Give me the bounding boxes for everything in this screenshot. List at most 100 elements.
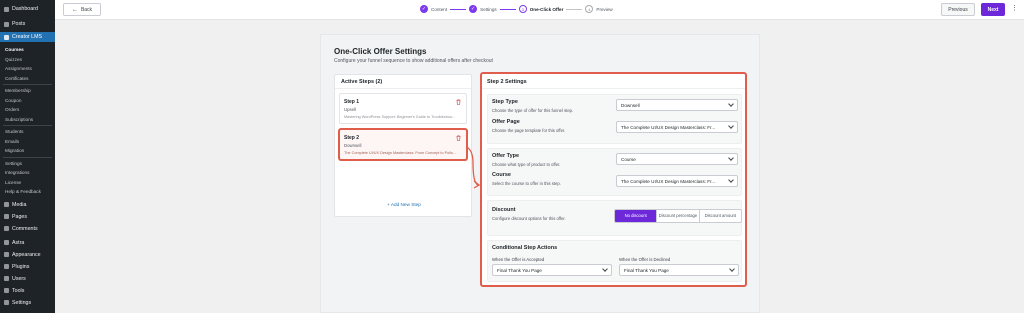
sidebar-item-pages[interactable]: Pages <box>0 212 55 222</box>
sidebar-sub-help[interactable]: Help & Feedback <box>0 187 55 197</box>
pages-icon <box>4 214 9 219</box>
offer-type-help: Choose what type of product to offer. <box>492 162 561 167</box>
accepted-action-select[interactable]: Final Thank You Page <box>492 264 612 276</box>
sidebar-sub-coupon[interactable]: Coupon <box>0 96 55 106</box>
sidebar-sub-settings[interactable]: Settings <box>0 159 55 169</box>
sidebar-item-media[interactable]: Media <box>0 200 55 210</box>
step-course: The Complete UI/UX Design Masterclass: F… <box>344 151 457 155</box>
add-new-step-button[interactable]: + Add New Step <box>335 202 473 207</box>
declined-label: When the Offer is Declined <box>619 257 671 262</box>
sidebar-item-astra[interactable]: Astra <box>0 238 55 248</box>
course-label: Course <box>492 172 511 178</box>
trash-icon[interactable] <box>456 99 461 105</box>
step-type-help: Choose the type of offer for this funnel… <box>492 108 574 113</box>
sidebar-sub-quizzes[interactable]: Quizzes <box>0 55 55 65</box>
astra-icon <box>4 240 9 245</box>
check-icon: ✓ <box>469 5 478 13</box>
sidebar-item-settings[interactable]: Settings <box>0 298 55 308</box>
check-icon: ✓ <box>420 5 428 13</box>
sidebar-divider <box>3 156 52 158</box>
arrow-left-icon: ← <box>71 6 78 13</box>
step-connector <box>499 8 516 10</box>
sidebar-sub-students[interactable]: Students <box>0 127 55 137</box>
step-name: Step 2 <box>344 135 360 141</box>
step-number-4: 4 <box>585 5 594 13</box>
sidebar-sub-subscriptions[interactable]: Subscriptions <box>0 115 55 125</box>
step-settings-card: Step 2 Settings Step Type Choose the typ… <box>481 73 746 286</box>
sidebar-item-tools[interactable]: Tools <box>0 286 55 296</box>
lms-icon <box>4 34 9 40</box>
sidebar-divider <box>3 84 52 85</box>
sidebar-sub-certificates[interactable]: Certificates <box>0 74 55 84</box>
course-select[interactable]: The Complete UI/UX Design Masterclass: F… <box>616 175 738 187</box>
step-label-one-click-offer[interactable]: One-Click Offer <box>530 7 564 12</box>
declined-action-select[interactable]: Final Thank You Page <box>619 264 739 276</box>
course-help: Select the course to offer in this step. <box>492 181 561 186</box>
active-steps-heading: Active Steps (2) <box>335 75 471 89</box>
discount-toggle: No discount Discount percentage Discount… <box>614 209 742 223</box>
sidebar-sub-license[interactable]: License <box>0 178 55 188</box>
step-page-section: Step Type Choose the type of offer for t… <box>487 94 742 144</box>
media-icon <box>4 202 9 207</box>
step-connector <box>450 8 467 10</box>
dashboard-icon <box>4 6 9 12</box>
discount-option-none[interactable]: No discount <box>615 210 657 222</box>
page-subtitle: Configure your funnel sequence to show a… <box>334 58 493 64</box>
next-button[interactable]: Next <box>981 3 1005 16</box>
chevron-down-icon <box>729 266 735 272</box>
wrench-icon <box>4 288 9 293</box>
sidebar-item-creator-lms[interactable]: Creator LMS <box>0 32 55 42</box>
previous-button[interactable]: Previous <box>941 3 975 16</box>
sidebar-item-appearance[interactable]: Appearance <box>0 250 55 260</box>
page-title: One-Click Offer Settings <box>334 47 427 56</box>
chevron-down-icon <box>728 123 734 129</box>
offer-type-select[interactable]: Course <box>616 153 738 165</box>
more-vertical-icon[interactable]: ⋮ <box>1011 5 1018 13</box>
step-label-preview[interactable]: Preview <box>596 7 612 12</box>
sidebar-item-dashboard[interactable]: Dashboard <box>0 4 55 14</box>
sidebar-sub-assignments[interactable]: Assignments <box>0 64 55 74</box>
sidebar-sub-emails[interactable]: Emails <box>0 137 55 147</box>
trash-icon[interactable] <box>456 135 461 141</box>
sidebar-item-posts[interactable]: Posts <box>0 19 55 29</box>
sidebar-sub-membership[interactable]: Membership <box>0 86 55 96</box>
sidebar-item-comments[interactable]: Comments <box>0 224 55 234</box>
one-click-offer-panel: One-Click Offer Settings Configure your … <box>320 34 760 313</box>
step-label-content[interactable]: Content <box>431 7 447 12</box>
step-type-select[interactable]: Downsell <box>616 99 738 111</box>
pin-icon <box>4 21 9 27</box>
step-label-settings[interactable]: Settings <box>480 7 497 12</box>
back-button[interactable]: ← Back <box>63 3 101 16</box>
step-name: Step 1 <box>344 99 360 105</box>
conditional-actions-label: Conditional Step Actions <box>492 245 558 251</box>
active-steps-card: Active Steps (2) Step 1 Upsell Mastering… <box>334 74 472 217</box>
discount-option-percentage[interactable]: Discount percentage <box>656 210 698 222</box>
conditional-actions-section: Conditional Step Actions When the Offer … <box>487 240 742 282</box>
sidebar-divider <box>3 125 52 126</box>
step-card-2[interactable]: Step 2 Downsell The Complete UI/UX Desig… <box>339 129 467 160</box>
sidebar-sub-orders[interactable]: Orders <box>0 105 55 115</box>
step-type: Upsell <box>344 107 356 112</box>
comments-icon <box>4 226 9 231</box>
discount-section: Discount Configure discount options for … <box>487 200 742 236</box>
plugin-icon <box>4 264 9 269</box>
step-settings-heading: Step 2 Settings <box>482 74 745 89</box>
offer-page-select[interactable]: The Complete UI/UX Design Masterclass: F… <box>616 121 738 133</box>
wizard-stepper: ✓ Content ✓ Settings 3 One-Click Offer 4… <box>420 5 613 13</box>
users-icon <box>4 276 9 281</box>
wizard-topbar: ← Back ✓ Content ✓ Settings 3 One-Click … <box>55 0 1024 20</box>
sidebar-item-users[interactable]: Users <box>0 274 55 284</box>
sidebar-sub-integrations[interactable]: Integrations <box>0 168 55 178</box>
step-course: Mastering WordPress Support: Beginner's … <box>344 115 456 119</box>
offer-page-help: Choose the page template for this offer. <box>492 128 566 133</box>
sidebar-sub-migration[interactable]: Migration <box>0 146 55 156</box>
step-connector <box>566 8 583 10</box>
step-card-1[interactable]: Step 1 Upsell Mastering WordPress Suppor… <box>339 93 467 124</box>
sidebar-sub-courses[interactable]: Courses <box>0 45 55 55</box>
sidebar-item-plugins[interactable]: Plugins <box>0 262 55 272</box>
discount-help: Configure discount options for this offe… <box>492 216 566 221</box>
brush-icon <box>4 252 9 257</box>
accepted-label: When the Offer is Accepted <box>492 257 545 262</box>
discount-option-amount[interactable]: Discount amount <box>698 210 741 222</box>
chevron-down-icon <box>602 266 608 272</box>
